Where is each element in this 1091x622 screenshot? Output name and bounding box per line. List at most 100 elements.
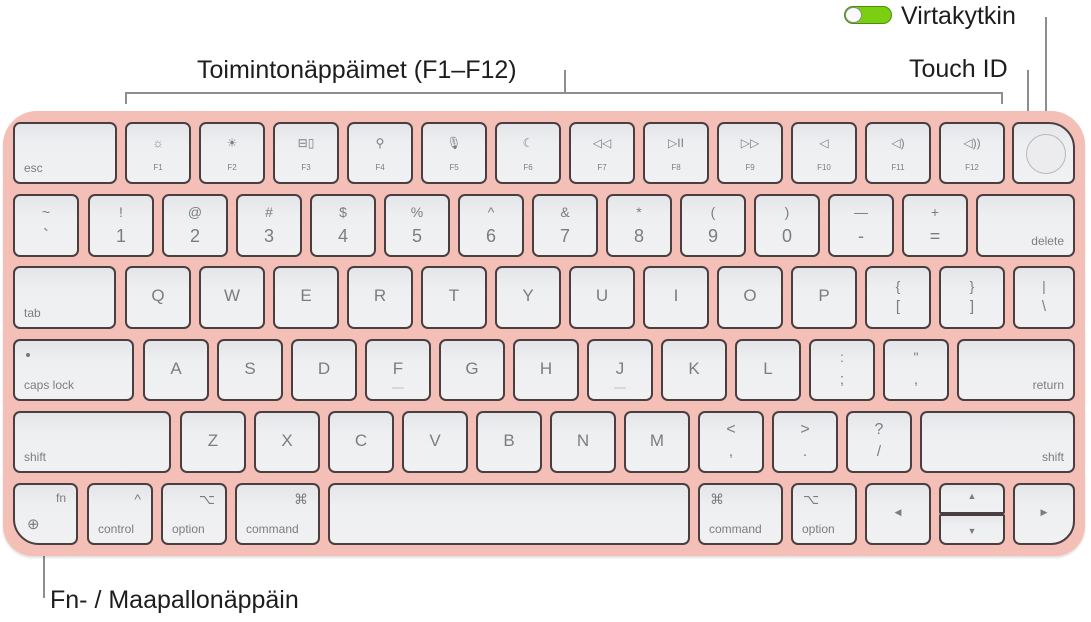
letter-key-k[interactable]: K — [661, 339, 727, 401]
punctuation-key[interactable]: ? / — [846, 411, 912, 473]
key-shift-symbol: { — [895, 278, 901, 294]
left-command-key[interactable]: ⌘ command — [235, 483, 320, 545]
letter-key-c[interactable]: C — [328, 411, 394, 473]
number-row-key[interactable]: ! 1 — [88, 194, 154, 257]
letter-key-j[interactable]: J — [587, 339, 653, 401]
right-command-key[interactable]: ⌘ command — [698, 483, 783, 545]
bracket-key[interactable]: | \ — [1013, 266, 1075, 329]
delete-key[interactable]: delete — [976, 194, 1075, 257]
number-row-key[interactable]: & 7 — [532, 194, 598, 257]
f4-key[interactable]: ⚲ F4 — [347, 122, 413, 184]
f8-key[interactable]: ▷II F8 — [643, 122, 709, 184]
letter-key-l[interactable]: L — [735, 339, 801, 401]
f9-label: F9 — [745, 163, 755, 172]
punctuation-key[interactable]: >. — [772, 411, 838, 473]
letter-key-f[interactable]: F — [365, 339, 431, 401]
letter-key-y[interactable]: Y — [495, 266, 561, 329]
number-row-key[interactable]: ) 0 — [754, 194, 820, 257]
bracket-key[interactable]: }] — [939, 266, 1005, 329]
key-shift-symbol: & — [560, 204, 570, 220]
f5-key[interactable]: 🎙 F5 — [421, 122, 487, 184]
letter-key-m[interactable]: M — [624, 411, 690, 473]
f11-key[interactable]: ◁) F11 — [865, 122, 931, 184]
letter-key-s[interactable]: S — [217, 339, 283, 401]
option-symbol-icon: ⌥ — [198, 491, 215, 507]
power-switch-callout: Virtakytkin — [901, 2, 1016, 30]
letter-key-q[interactable]: Q — [125, 266, 191, 329]
f1-key[interactable]: ☼ F1 — [125, 122, 191, 184]
letter-key-x[interactable]: X — [254, 411, 320, 473]
arrow-down-key[interactable]: ▼ — [939, 514, 1005, 545]
letter-key-d[interactable]: D — [291, 339, 357, 401]
letter-key-i[interactable]: I — [643, 266, 709, 329]
key-letter: Q — [151, 286, 165, 305]
number-row-key[interactable]: $4 — [310, 194, 376, 257]
key-primary-symbol: ; — [839, 371, 845, 388]
letter-key-a[interactable]: A — [143, 339, 209, 401]
power-switch-icon — [844, 6, 892, 24]
command-symbol-icon: ⌘ — [710, 491, 724, 507]
number-row-key[interactable]: ~ ` — [13, 194, 79, 257]
letter-key-p[interactable]: P — [791, 266, 857, 329]
left-shift-key[interactable]: shift — [13, 411, 171, 473]
letter-key-b[interactable]: B — [476, 411, 542, 473]
letter-key-o[interactable]: O — [717, 266, 783, 329]
tab-key[interactable]: tab — [13, 266, 116, 329]
number-row-key[interactable]: #3 — [236, 194, 302, 257]
number-row-key[interactable]: ^ 6 — [458, 194, 524, 257]
punctuation-key[interactable]: ", — [883, 339, 949, 401]
f2-key[interactable]: ☀ F2 — [199, 122, 265, 184]
letter-key-z[interactable]: Z — [180, 411, 246, 473]
key-primary-symbol: ] — [969, 298, 975, 315]
fn-globe-key[interactable]: fn ⊕ — [13, 483, 78, 545]
arrow-up-key[interactable]: ▲ — [939, 483, 1005, 514]
key-primary-symbol: 6 — [485, 226, 496, 246]
esc-key[interactable]: esc — [13, 122, 117, 184]
letter-key-t[interactable]: T — [421, 266, 487, 329]
key-letter: O — [743, 286, 757, 305]
left-option-key[interactable]: ⌥ option — [161, 483, 227, 545]
right-shift-key[interactable]: shift — [920, 411, 1075, 473]
number-row-key[interactable]: @2 — [162, 194, 228, 257]
number-row-key[interactable]: (9 — [680, 194, 746, 257]
letter-key-h[interactable]: H — [513, 339, 579, 401]
letter-key-e[interactable]: E — [273, 266, 339, 329]
letter-key-r[interactable]: R — [347, 266, 413, 329]
return-key[interactable]: return — [957, 339, 1075, 401]
f4-label: F4 — [375, 163, 385, 172]
home-row-bump — [614, 387, 626, 389]
control-key[interactable]: ^ control — [87, 483, 153, 545]
caps-lock-key[interactable]: caps lock — [13, 339, 134, 401]
letter-key-u[interactable]: U — [569, 266, 635, 329]
number-row-key[interactable]: * 8 — [606, 194, 672, 257]
punctuation-key[interactable]: :; — [809, 339, 875, 401]
f10-key[interactable]: ◁ F10 — [791, 122, 857, 184]
f9-key[interactable]: ▷▷ F9 — [717, 122, 783, 184]
space-bar[interactable] — [328, 483, 690, 545]
key-letter: D — [317, 359, 331, 378]
arrow-left-key[interactable]: ◀ — [865, 483, 931, 545]
number-row-key[interactable]: — - — [828, 194, 894, 257]
fn-globe-callout: Fn- / Maapallonäppäin — [50, 586, 299, 614]
mission-control-icon: ⊟▯ — [297, 136, 315, 150]
f3-key[interactable]: ⊟▯ F3 — [273, 122, 339, 184]
key-letter: H — [539, 359, 553, 378]
touch-id-key[interactable] — [1012, 122, 1075, 184]
letter-key-n[interactable]: N — [550, 411, 616, 473]
letter-key-v[interactable]: V — [402, 411, 468, 473]
letter-key-g[interactable]: G — [439, 339, 505, 401]
volume-up-icon: ◁)) — [963, 136, 981, 150]
f7-key[interactable]: ◁◁ F7 — [569, 122, 635, 184]
punctuation-key[interactable]: <, — [698, 411, 764, 473]
number-row-key[interactable]: + = — [902, 194, 968, 257]
key-primary-symbol: 4 — [337, 226, 348, 246]
bracket-key[interactable]: {[ — [865, 266, 931, 329]
right-option-key[interactable]: ⌥ option — [791, 483, 857, 545]
letter-key-w[interactable]: W — [199, 266, 265, 329]
f6-key[interactable]: ☾ F6 — [495, 122, 561, 184]
arrow-right-key[interactable]: ▶ — [1013, 483, 1075, 545]
number-row-key[interactable]: % 5 — [384, 194, 450, 257]
f12-key[interactable]: ◁)) F12 — [939, 122, 1005, 184]
option-symbol-icon: ⌥ — [803, 491, 820, 507]
key-primary-symbol: 5 — [411, 226, 422, 246]
